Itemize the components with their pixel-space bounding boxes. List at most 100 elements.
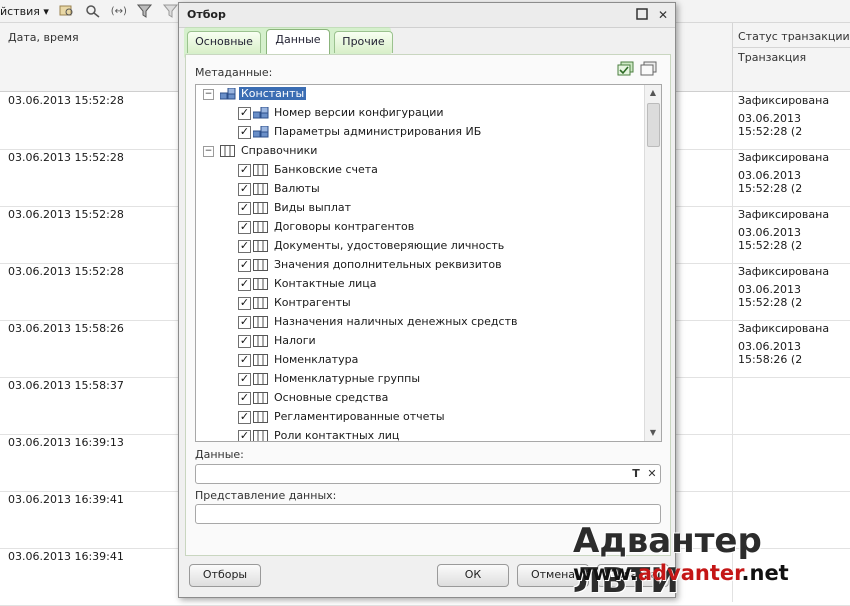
actions-menu-button[interactable]: йствия ▾	[0, 5, 49, 18]
scroll-up-icon[interactable]: ▲	[645, 85, 661, 101]
tree-node-label: Номер версии конфигурации	[274, 106, 444, 119]
column-header-transaction[interactable]: Транзакция	[738, 51, 806, 64]
catalog-icon	[253, 164, 269, 176]
tree-node-item[interactable]: ✓ Виды выплат	[196, 199, 636, 218]
checkbox-checked[interactable]: ✓	[238, 392, 251, 405]
tree-node-catalogs[interactable]: − Справочники	[196, 142, 636, 161]
watermark-url-prefix: www.	[573, 561, 638, 585]
row-date: 03.06.2013 16:39:41	[8, 493, 124, 506]
maximize-icon[interactable]	[635, 8, 649, 22]
checkbox-checked[interactable]: ✓	[238, 335, 251, 348]
checkbox-checked[interactable]: ✓	[238, 164, 251, 177]
uncheck-all-icon[interactable]	[640, 61, 658, 77]
tab-other[interactable]: Прочие	[334, 31, 393, 53]
tree-node-item[interactable]: ✓ Назначения наличных денежных средств	[196, 313, 636, 332]
catalog-icon	[253, 411, 269, 423]
checkbox-checked[interactable]: ✓	[238, 316, 251, 329]
catalog-icon	[253, 297, 269, 309]
tree-node-item[interactable]: ✓ Основные средства	[196, 389, 636, 408]
data-field[interactable]: T ✕	[195, 464, 661, 484]
text-edit-icon[interactable]: T	[629, 465, 643, 483]
row-date: 03.06.2013 15:52:28	[8, 265, 124, 278]
tree-node-label: Справочники	[241, 144, 318, 157]
tree-node-item[interactable]: ✓ Валюты	[196, 180, 636, 199]
check-all-icon[interactable]	[617, 61, 635, 77]
row-date: 03.06.2013 15:52:28	[8, 94, 124, 107]
header-divider	[732, 47, 850, 48]
collapse-icon[interactable]: −	[203, 89, 214, 100]
catalog-icon	[253, 392, 269, 404]
tree-node-item[interactable]: ✓ Контрагенты	[196, 294, 636, 313]
tree-scrollbar[interactable]: ▲ ▼	[644, 85, 661, 441]
catalog-icon	[253, 183, 269, 195]
ok-button[interactable]: ОК	[437, 564, 509, 587]
checkbox-checked[interactable]: ✓	[238, 183, 251, 196]
tree-node-label: Документы, удостоверяющие личность	[274, 239, 505, 252]
tab-data[interactable]: Данные	[266, 29, 330, 54]
row-transaction: 03.06.2013 15:52:28 (2	[738, 112, 803, 138]
row-date: 03.06.2013 16:39:13	[8, 436, 124, 449]
tree-node-item[interactable]: ✓ Банковские счета	[196, 161, 636, 180]
tree-node-constants[interactable]: − Константы	[196, 85, 636, 104]
filter-grey-icon[interactable]	[162, 4, 179, 18]
collapse-icon[interactable]: −	[203, 146, 214, 157]
tree-node-item[interactable]: ✓ Параметры администрирования ИБ	[196, 123, 636, 142]
row-status: Зафиксирована	[738, 322, 830, 335]
tree-node-item[interactable]: ✓ Документы, удостоверяющие личность	[196, 237, 636, 256]
column-divider	[732, 23, 733, 91]
presentation-label: Представление данных:	[195, 489, 337, 502]
checkbox-checked[interactable]: ✓	[238, 126, 251, 139]
tree-node-item[interactable]: ✓ Номер версии конфигурации	[196, 104, 636, 123]
tree-node-item[interactable]: ✓ Договоры контрагентов	[196, 218, 636, 237]
checkbox-checked[interactable]: ✓	[238, 411, 251, 424]
dialog-titlebar[interactable]: Отбор ✕	[179, 3, 675, 28]
tree-node-item[interactable]: ✓ Роли контактных лиц	[196, 427, 636, 442]
checkbox-checked[interactable]: ✓	[238, 354, 251, 367]
tab-basic[interactable]: Основные	[187, 31, 261, 53]
tree-node-item[interactable]: ✓ Значения дополнительных реквизитов	[196, 256, 636, 275]
row-date: 03.06.2013 15:52:28	[8, 151, 124, 164]
checkbox-checked[interactable]: ✓	[238, 373, 251, 386]
catalog-icon	[253, 316, 269, 328]
clear-icon[interactable]: ✕	[645, 465, 659, 483]
tree-node-label: Назначения наличных денежных средств	[274, 315, 518, 328]
checkbox-checked[interactable]: ✓	[238, 259, 251, 272]
column-header-status[interactable]: Статус транзакции	[738, 30, 850, 43]
tree-node-item[interactable]: ✓ Номенклатура	[196, 351, 636, 370]
tree-node-item[interactable]: ✓ Налоги	[196, 332, 636, 351]
checkbox-checked[interactable]: ✓	[238, 107, 251, 120]
tree-node-label: Регламентированные отчеты	[274, 410, 445, 423]
row-transaction: 03.06.2013 15:58:26 (2	[738, 340, 803, 366]
row-date: 03.06.2013 15:58:26	[8, 322, 124, 335]
checkbox-checked[interactable]: ✓	[238, 278, 251, 291]
filters-button[interactable]: Отборы	[189, 564, 261, 587]
catalog-icon	[253, 335, 269, 347]
checkbox-checked[interactable]: ✓	[238, 297, 251, 310]
tree-node-label: Параметры администрирования ИБ	[274, 125, 482, 138]
checkbox-checked[interactable]: ✓	[238, 221, 251, 234]
checkbox-checked[interactable]: ✓	[238, 202, 251, 215]
row-date: 03.06.2013 15:52:28	[8, 208, 124, 221]
metadata-label: Метаданные:	[195, 66, 273, 79]
tree-node-item[interactable]: ✓ Контактные лица	[196, 275, 636, 294]
column-header-date[interactable]: Дата, время	[8, 31, 79, 44]
tree-node-label: Контрагенты	[274, 296, 351, 309]
row-date: 03.06.2013 16:39:41	[8, 550, 124, 563]
scroll-thumb[interactable]	[647, 103, 660, 147]
tree-node-item[interactable]: ✓ Номенклатурные группы	[196, 370, 636, 389]
filter-icon[interactable]	[136, 4, 153, 18]
tree-node-label: Роли контактных лиц	[274, 429, 400, 442]
scroll-down-icon[interactable]: ▼	[645, 425, 661, 441]
metadata-tree[interactable]: − Константы ✓ Номер версии конфигурации …	[195, 84, 662, 442]
checkbox-checked[interactable]: ✓	[238, 430, 251, 441]
catalog-icon	[253, 278, 269, 290]
search-icon[interactable]	[85, 4, 101, 18]
tree-node-label: Константы	[239, 87, 307, 100]
tree-node-item[interactable]: ✓ Регламентированные отчеты	[196, 408, 636, 427]
checkbox-checked[interactable]: ✓	[238, 240, 251, 253]
find-icon[interactable]	[59, 4, 75, 18]
constant-icon	[252, 125, 269, 138]
constants-icon	[219, 87, 236, 100]
close-icon[interactable]: ✕	[656, 8, 670, 22]
link-icon[interactable]: (↔)	[111, 4, 127, 18]
